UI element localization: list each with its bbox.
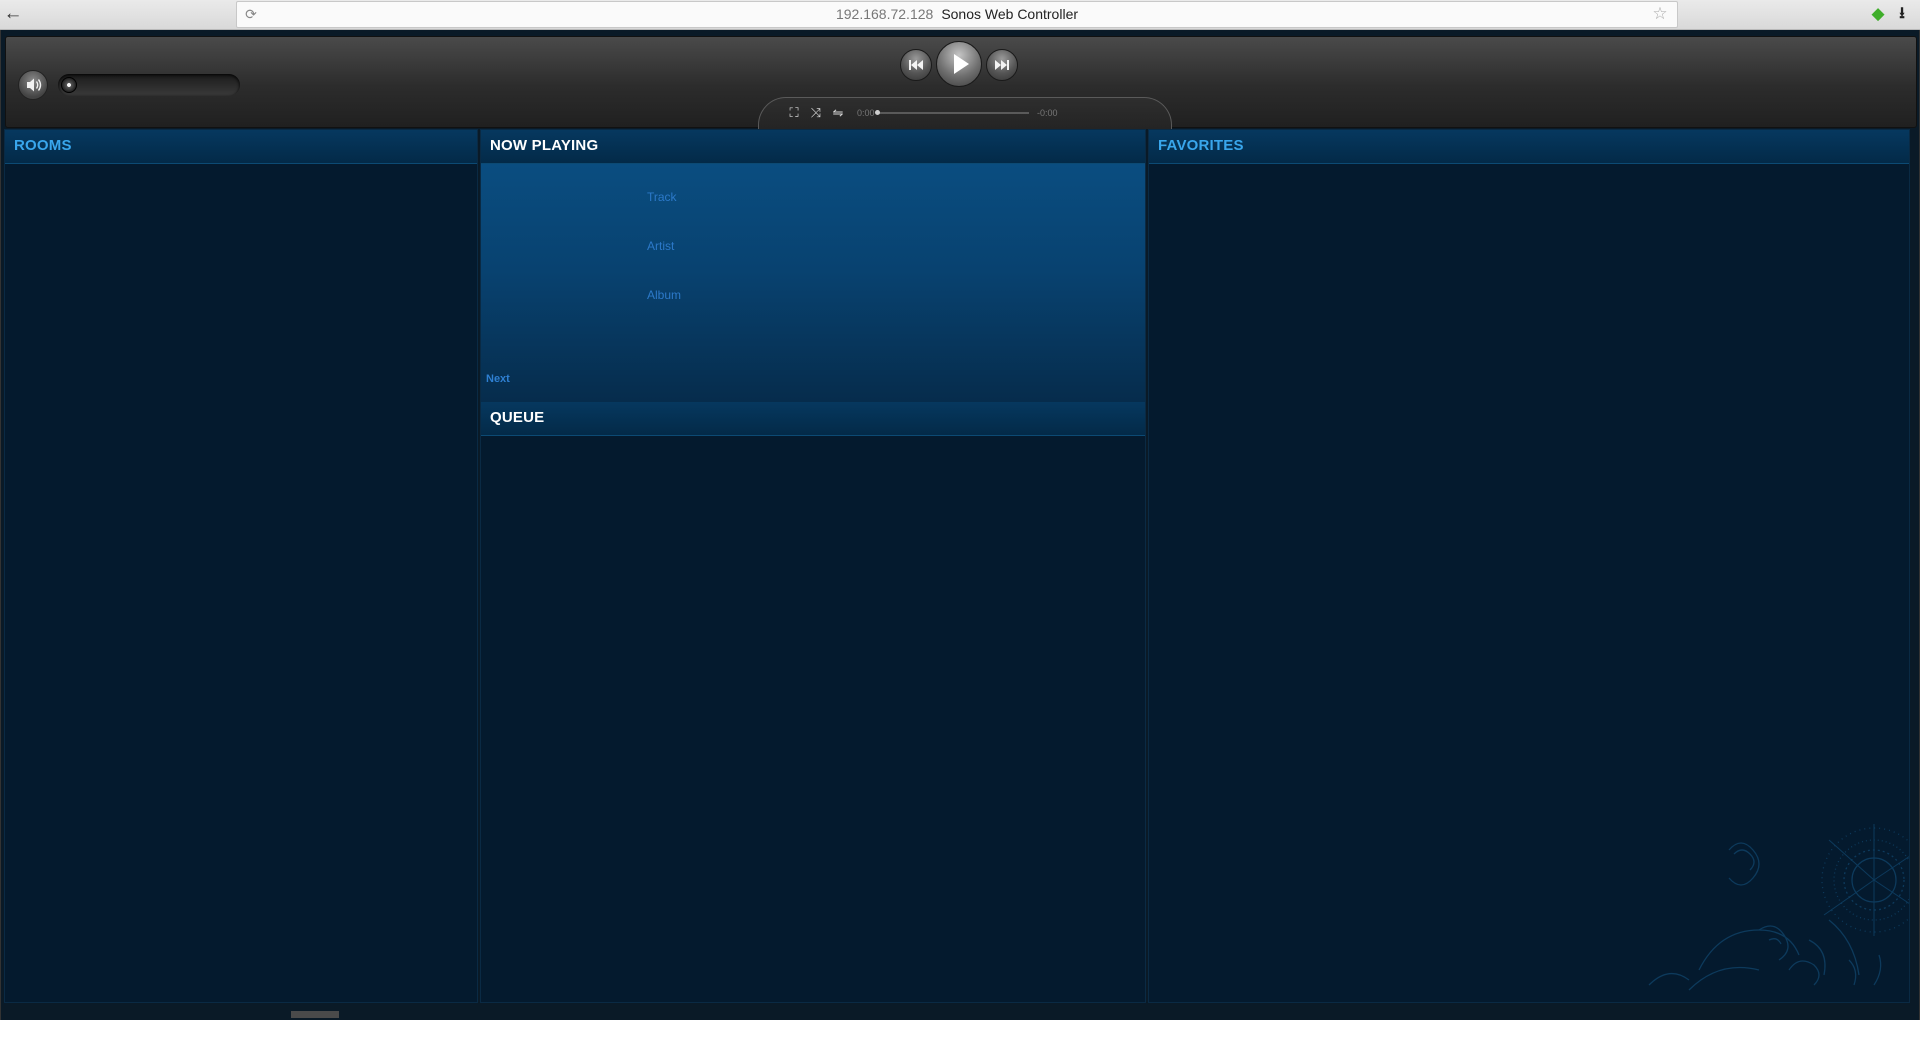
next-track-label: Next [486, 373, 510, 385]
mute-button[interactable] [18, 70, 48, 100]
track-name: Track [647, 190, 677, 204]
repeat-icon[interactable]: ⛶ [785, 106, 803, 120]
player-bar: ⛶ ⤨ ⇋ 0:00 -0:00 [5, 36, 1917, 129]
now-playing-info: Track Artist Album Next [481, 164, 1145, 402]
queue-title: QUEUE [490, 409, 545, 426]
album-name: Album [647, 288, 682, 302]
rooms-panel: ROOMS [4, 129, 478, 1003]
artist-name: Artist [647, 239, 675, 253]
volume-slider-handle[interactable] [61, 77, 77, 93]
sonos-web-controller: ⛶ ⤨ ⇋ 0:00 -0:00 ROOMS NOW PLAYING Track… [0, 30, 1920, 1020]
skip-forward-icon [995, 60, 1009, 70]
now-playing-panel: NOW PLAYING Track Artist Album Next QUEU… [480, 129, 1146, 1003]
elapsed-time: 0:00 [857, 108, 875, 118]
address-bar[interactable]: ⟳ 192.168.72.128 Sonos Web Controller ☆ [236, 1, 1678, 28]
rooms-header: ROOMS [5, 130, 477, 164]
queue-list[interactable] [481, 436, 1145, 1002]
playback-mode-bar: ⛶ ⤨ ⇋ 0:00 -0:00 [758, 97, 1172, 129]
browser-toolbar: ← ⟳ 192.168.72.128 Sonos Web Controller ☆… [0, 0, 1920, 30]
speaker-icon [27, 78, 42, 92]
volume-slider[interactable] [58, 74, 240, 96]
queue-header: QUEUE [481, 402, 1145, 436]
shuffle-icon[interactable]: ⤨ [807, 106, 825, 120]
back-arrow-icon[interactable]: ← [2, 2, 24, 26]
decorative-swirl-pattern [1648, 824, 1909, 991]
now-playing-header: NOW PLAYING [481, 130, 1145, 164]
next-track-button[interactable] [986, 49, 1018, 81]
page-title: Sonos Web Controller [941, 6, 1079, 22]
url-host: 192.168.72.128 [835, 6, 934, 22]
progress-handle[interactable] [875, 110, 880, 115]
favorites-panel: FAVORITES [1148, 129, 1910, 1003]
bookmark-star-icon[interactable]: ☆ [1651, 4, 1669, 24]
track-progress-slider[interactable] [875, 110, 1029, 115]
play-button[interactable] [936, 41, 982, 87]
page-bottom [0, 1020, 1920, 1048]
remaining-time: -0:00 [1037, 108, 1058, 118]
skip-back-icon [909, 60, 923, 70]
addon-icon[interactable]: ◆ [1868, 4, 1888, 24]
play-icon [954, 54, 969, 74]
now-playing-title: NOW PLAYING [490, 137, 599, 154]
favorites-title: FAVORITES [1158, 137, 1244, 154]
url-display[interactable]: 192.168.72.128 Sonos Web Controller [237, 2, 1677, 27]
previous-track-button[interactable] [900, 49, 932, 81]
rooms-title: ROOMS [14, 137, 72, 154]
crossfade-icon[interactable]: ⇋ [829, 106, 847, 120]
favorites-header: FAVORITES [1149, 130, 1909, 164]
download-icon[interactable]: ⭳ [1892, 4, 1912, 24]
horizontal-scrollbar[interactable] [291, 1011, 339, 1018]
